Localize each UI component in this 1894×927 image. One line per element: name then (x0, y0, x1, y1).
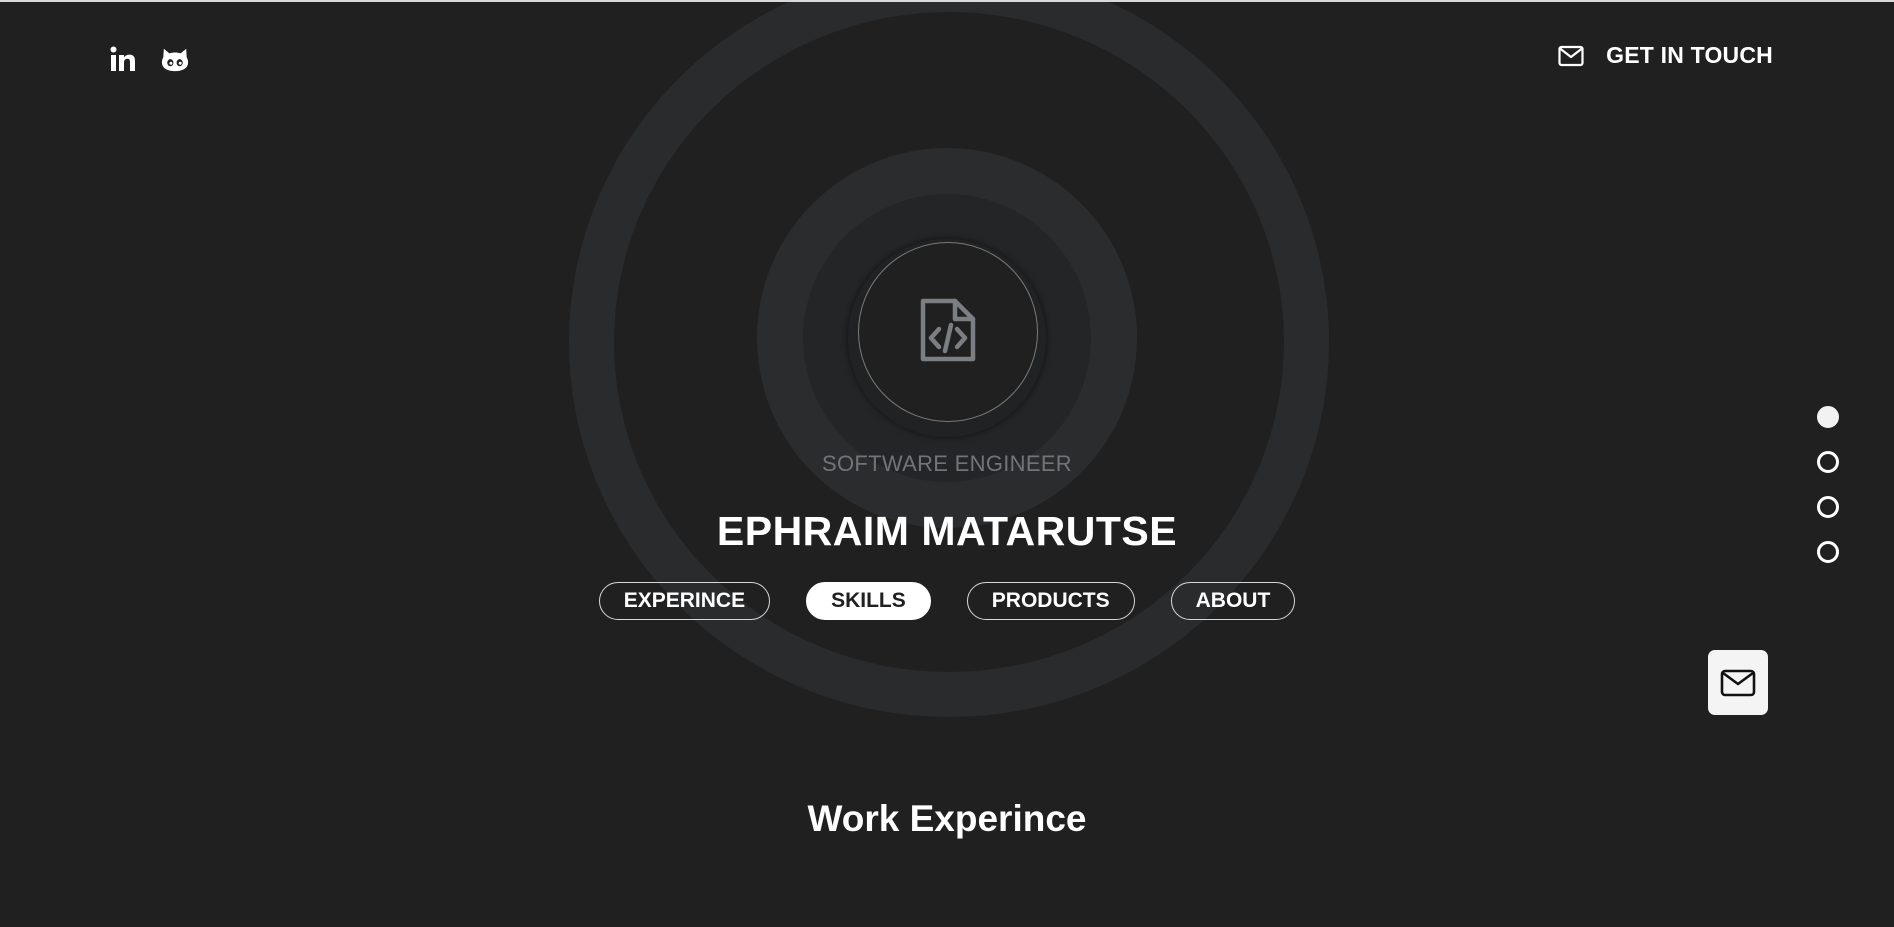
page-dot-4[interactable] (1817, 541, 1839, 563)
job-title: SOFTWARE ENGINEER (822, 451, 1072, 476)
linkedin-icon[interactable] (108, 44, 138, 74)
page-dot-2[interactable] (1817, 451, 1839, 473)
nav-pill-products[interactable]: PRODUCTS (966, 582, 1135, 620)
mail-icon (1720, 669, 1756, 697)
avatar (858, 242, 1038, 422)
side-page-dots (1817, 406, 1839, 563)
get-in-touch-link[interactable]: GET IN TOUCH (1558, 42, 1773, 69)
page: GET IN TOUCH SOFTWARE ENGINEER EPHRAIM M… (0, 0, 1894, 927)
nav-pill-skills[interactable]: SKILLS (806, 582, 931, 620)
page-dot-3[interactable] (1817, 496, 1839, 518)
mail-icon (1558, 45, 1584, 67)
page-dot-1[interactable] (1817, 406, 1839, 428)
github-icon[interactable] (160, 44, 190, 74)
social-links (108, 44, 190, 74)
get-in-touch-label: GET IN TOUCH (1606, 42, 1773, 68)
nav-pill-about[interactable]: ABOUT (1170, 582, 1296, 620)
code-file-icon (917, 297, 979, 368)
section-nav: EXPERINCE SKILLS PRODUCTS ABOUT (0, 582, 1894, 620)
person-name: EPHRAIM MATARUTSE (716, 508, 1178, 554)
floating-mail-button[interactable] (1708, 650, 1768, 715)
section-title: Work Experince (807, 798, 1087, 839)
nav-pill-experince[interactable]: EXPERINCE (598, 582, 771, 620)
